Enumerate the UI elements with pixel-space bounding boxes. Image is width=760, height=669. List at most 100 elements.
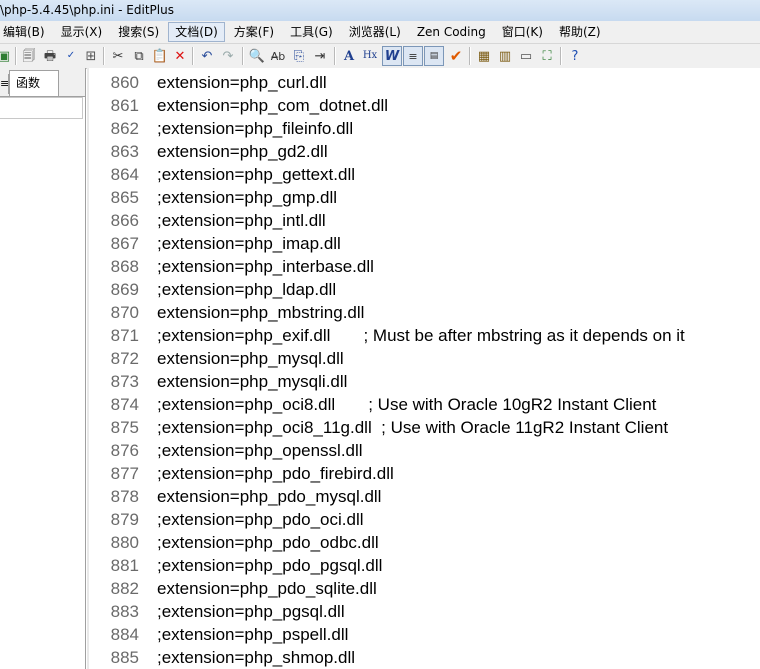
help-icon[interactable]: ? bbox=[565, 46, 585, 66]
spell-check-icon[interactable]: ✓ bbox=[61, 46, 81, 66]
code-line[interactable]: 873 extension=php_mysqli.dll bbox=[89, 370, 760, 393]
code-line[interactable]: 866 ;extension=php_intl.dll bbox=[89, 209, 760, 232]
redo-icon[interactable]: ↷ bbox=[218, 46, 238, 66]
delete-icon[interactable]: ✕ bbox=[170, 46, 190, 66]
line-number: 867 bbox=[110, 234, 139, 253]
find-icon[interactable]: 🔍 bbox=[247, 46, 267, 66]
cut-icon[interactable]: ✂ bbox=[108, 46, 128, 66]
menu-view[interactable]: 显示(X) bbox=[54, 22, 110, 42]
goto-line-icon[interactable]: ⇥ bbox=[310, 46, 330, 66]
line-text[interactable]: ;extension=php_gmp.dll bbox=[157, 186, 337, 209]
fullscreen-icon[interactable]: ⛶ bbox=[537, 46, 557, 66]
cliptext-window-icon[interactable]: ▦ bbox=[474, 46, 494, 66]
line-text[interactable]: ;extension=php_pdo_oci.dll bbox=[157, 508, 364, 531]
line-text[interactable]: ;extension=php_pgsql.dll bbox=[157, 600, 345, 623]
menu-browser[interactable]: 浏览器(L) bbox=[342, 22, 408, 42]
word-wrap-icon[interactable]: W bbox=[382, 46, 402, 66]
print-preview-icon[interactable]: 🗐 bbox=[19, 46, 39, 66]
code-line[interactable]: 883 ;extension=php_pgsql.dll bbox=[89, 600, 760, 623]
find-in-files-icon[interactable]: ⎘ bbox=[289, 46, 309, 66]
line-number: 877 bbox=[110, 464, 139, 483]
code-line[interactable]: 874 ;extension=php_oci8.dll ; Use with Or… bbox=[89, 393, 760, 416]
menu-search[interactable]: 搜索(S) bbox=[111, 22, 166, 42]
code-line[interactable]: 885 ;extension=php_shmop.dll bbox=[89, 646, 760, 669]
code-line[interactable]: 863 extension=php_gd2.dll bbox=[89, 140, 760, 163]
code-line[interactable]: 884 ;extension=php_pspell.dll bbox=[89, 623, 760, 646]
line-text[interactable]: ;extension=php_fileinfo.dll bbox=[157, 117, 353, 140]
code-line[interactable]: 870 extension=php_mbstring.dll bbox=[89, 301, 760, 324]
code-line[interactable]: 880 ;extension=php_pdo_odbc.dll bbox=[89, 531, 760, 554]
code-line[interactable]: 879 ;extension=php_pdo_oci.dll bbox=[89, 508, 760, 531]
code-line[interactable]: 881 ;extension=php_pdo_pgsql.dll bbox=[89, 554, 760, 577]
line-text[interactable]: ;extension=php_ldap.dll bbox=[157, 278, 336, 301]
compare-icon[interactable]: ⊞ bbox=[81, 46, 101, 66]
sidebar-tab-directory[interactable]: ≡ bbox=[0, 74, 9, 94]
hex-view-icon[interactable]: Hx bbox=[360, 46, 380, 66]
line-text[interactable]: ;extension=php_intl.dll bbox=[157, 209, 326, 232]
toolbar-separator bbox=[192, 47, 194, 65]
code-line[interactable]: 865 ;extension=php_gmp.dll bbox=[89, 186, 760, 209]
line-text[interactable]: ;extension=php_exif.dll ; Must be after … bbox=[157, 324, 685, 347]
line-text[interactable]: ;extension=php_oci8_11g.dll ; Use with O… bbox=[157, 416, 668, 439]
code-line[interactable]: 878 extension=php_pdo_mysql.dll bbox=[89, 485, 760, 508]
code-line[interactable]: 876 ;extension=php_openssl.dll bbox=[89, 439, 760, 462]
save-all-icon[interactable]: ▣ bbox=[0, 46, 14, 66]
line-text[interactable]: ;extension=php_shmop.dll bbox=[157, 646, 355, 669]
line-text[interactable]: ;extension=php_pdo_odbc.dll bbox=[157, 531, 379, 554]
line-number: 860 bbox=[110, 73, 139, 92]
code-line[interactable]: 872 extension=php_mysql.dll bbox=[89, 347, 760, 370]
line-text[interactable]: ;extension=php_pdo_firebird.dll bbox=[157, 462, 394, 485]
code-line[interactable]: 860 extension=php_curl.dll bbox=[89, 71, 760, 94]
replace-icon[interactable]: A̶b bbox=[268, 46, 288, 66]
line-text[interactable]: extension=php_mbstring.dll bbox=[157, 301, 364, 324]
line-text[interactable]: ;extension=php_oci8.dll ; Use with Oracl… bbox=[157, 393, 656, 416]
menu-zen-coding[interactable]: Zen Coding bbox=[410, 22, 493, 42]
code-line[interactable]: 869 ;extension=php_ldap.dll bbox=[89, 278, 760, 301]
line-number: 884 bbox=[110, 625, 139, 644]
code-line[interactable]: 875 ;extension=php_oci8_11g.dll ; Use wit… bbox=[89, 416, 760, 439]
line-number: 866 bbox=[110, 211, 139, 230]
code-line[interactable]: 864 ;extension=php_gettext.dll bbox=[89, 163, 760, 186]
editor-area[interactable]: 860 extension=php_curl.dll 861 extension=ph… bbox=[89, 68, 760, 669]
line-text[interactable]: extension=php_mysqli.dll bbox=[157, 370, 347, 393]
line-text[interactable]: ;extension=php_imap.dll bbox=[157, 232, 341, 255]
code-line[interactable]: 868 ;extension=php_interbase.dll bbox=[89, 255, 760, 278]
line-number: 882 bbox=[110, 579, 139, 598]
code-line[interactable]: 862 ;extension=php_fileinfo.dll bbox=[89, 117, 760, 140]
font-icon[interactable]: A bbox=[339, 46, 359, 66]
menu-tools[interactable]: 工具(G) bbox=[283, 22, 340, 42]
column-ruler-icon[interactable]: ▤ bbox=[424, 46, 444, 66]
code-line[interactable]: 877 ;extension=php_pdo_firebird.dll bbox=[89, 462, 760, 485]
menu-window[interactable]: 窗口(K) bbox=[495, 22, 550, 42]
line-text[interactable]: ;extension=php_openssl.dll bbox=[157, 439, 363, 462]
print-icon[interactable]: 🖶 bbox=[40, 46, 60, 66]
line-text[interactable]: ;extension=php_gettext.dll bbox=[157, 163, 355, 186]
sidebar-tab-functions[interactable]: 函数 bbox=[9, 70, 59, 96]
line-text[interactable]: extension=php_curl.dll bbox=[157, 71, 327, 94]
check-icon[interactable]: ✔ bbox=[446, 46, 466, 66]
line-numbers-icon[interactable]: ≡ bbox=[403, 46, 423, 66]
title-bar[interactable]: \php-5.4.45\php.ini - EditPlus bbox=[0, 0, 760, 22]
line-text[interactable]: extension=php_com_dotnet.dll bbox=[157, 94, 388, 117]
line-text[interactable]: extension=php_gd2.dll bbox=[157, 140, 328, 163]
line-text[interactable]: ;extension=php_interbase.dll bbox=[157, 255, 374, 278]
menu-edit[interactable]: 编辑(B) bbox=[0, 22, 52, 42]
code-line[interactable]: 882 extension=php_pdo_sqlite.dll bbox=[89, 577, 760, 600]
undo-icon[interactable]: ↶ bbox=[197, 46, 217, 66]
directory-window-icon[interactable]: ▥ bbox=[495, 46, 515, 66]
code-line[interactable]: 861 extension=php_com_dotnet.dll bbox=[89, 94, 760, 117]
line-text[interactable]: ;extension=php_pdo_pgsql.dll bbox=[157, 554, 382, 577]
copy-icon[interactable]: ⧉ bbox=[129, 46, 149, 66]
code-line[interactable]: 867 ;extension=php_imap.dll bbox=[89, 232, 760, 255]
line-text[interactable]: extension=php_mysql.dll bbox=[157, 347, 344, 370]
line-text[interactable]: extension=php_pdo_mysql.dll bbox=[157, 485, 381, 508]
line-text[interactable]: ;extension=php_pspell.dll bbox=[157, 623, 348, 646]
output-window-icon[interactable]: ▭ bbox=[516, 46, 536, 66]
paste-icon[interactable]: 📋 bbox=[150, 46, 170, 66]
line-text[interactable]: extension=php_pdo_sqlite.dll bbox=[157, 577, 377, 600]
menu-help[interactable]: 帮助(Z) bbox=[552, 22, 608, 42]
menu-document[interactable]: 文档(D) bbox=[168, 22, 225, 42]
line-number: 875 bbox=[110, 418, 139, 437]
menu-project[interactable]: 方案(F) bbox=[227, 22, 281, 42]
code-line[interactable]: 871 ;extension=php_exif.dll ; Must be aft… bbox=[89, 324, 760, 347]
